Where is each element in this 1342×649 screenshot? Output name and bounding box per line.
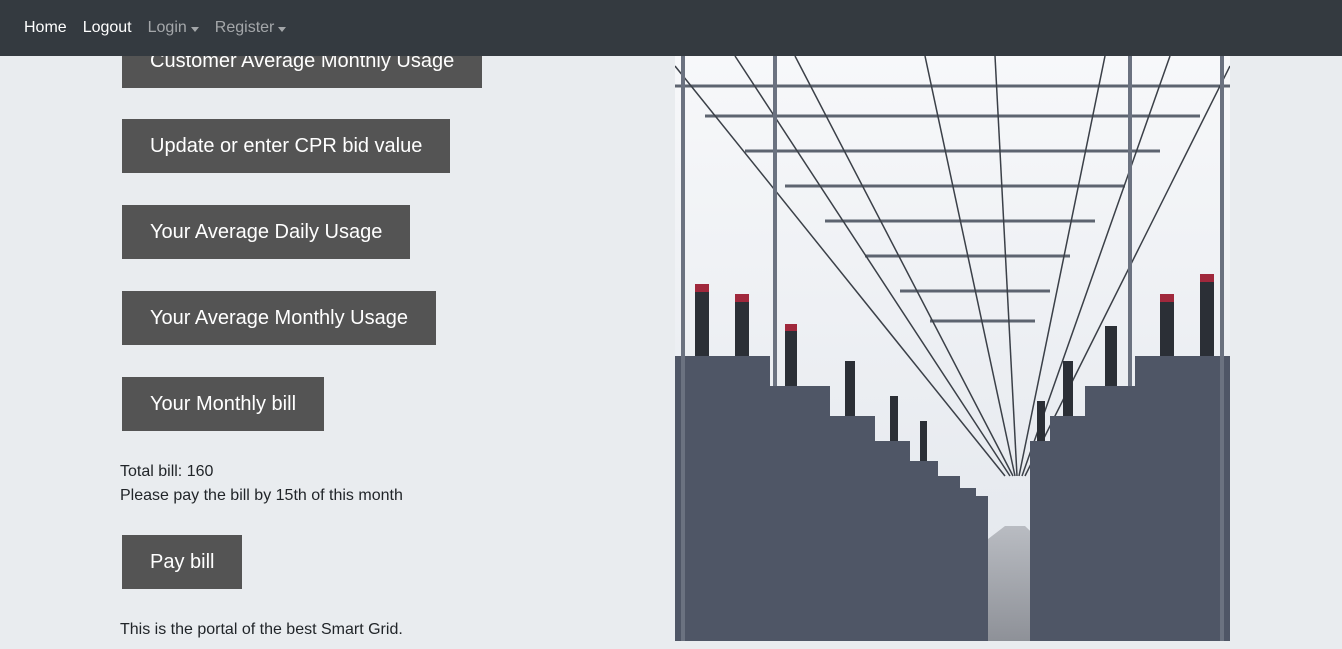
average-daily-usage-button[interactable]: Your Average Daily Usage: [122, 205, 411, 259]
nav-home-link[interactable]: Home: [16, 11, 75, 45]
cpr-bid-button[interactable]: Update or enter CPR bid value: [122, 119, 451, 173]
bill-due-notice: Please pay the bill by 15th of this mont…: [120, 487, 403, 504]
substation-photo: [675, 56, 1230, 641]
nav-logout-link[interactable]: Logout: [75, 11, 140, 45]
average-monthly-usage-button[interactable]: Your Average Monthly Usage: [122, 291, 436, 345]
chevron-down-icon: [278, 26, 287, 32]
top-navbar: Home Logout Login Register: [0, 0, 1342, 56]
pay-bill-button[interactable]: Pay bill: [122, 535, 243, 589]
chevron-down-icon: [190, 26, 199, 32]
total-bill-text: Total bill: 160: [120, 463, 214, 480]
nav-register-label: Register: [214, 19, 275, 36]
portal-tagline: This is the portal of the best Smart Gri…: [120, 621, 403, 638]
nav-login-label: Login: [147, 19, 187, 36]
monthly-bill-button[interactable]: Your Monthly bill: [122, 377, 325, 431]
nav-login-dropdown[interactable]: Login: [140, 11, 207, 45]
nav-register-dropdown[interactable]: Register: [207, 11, 295, 45]
